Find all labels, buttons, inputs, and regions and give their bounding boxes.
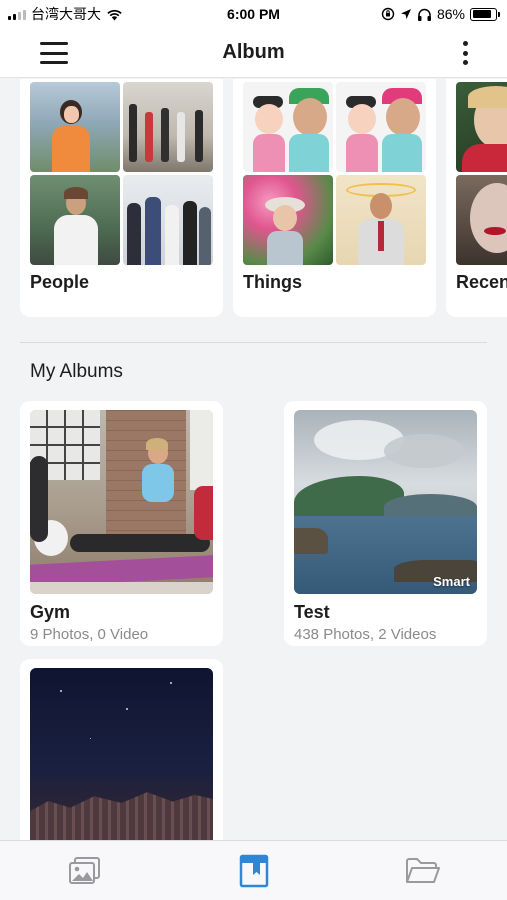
album-meta: 438 Photos, 2 Videos	[294, 626, 437, 643]
category-label: Things	[243, 272, 302, 292]
category-card-people[interactable]: People	[20, 79, 223, 317]
battery-icon	[470, 7, 500, 21]
photo-thumbnail	[456, 82, 507, 172]
album-card-gym[interactable]: Gym 9 Photos, 0 Video	[20, 401, 223, 646]
photo-thumbnail	[30, 175, 120, 265]
category-label: People	[30, 272, 90, 292]
section-divider	[20, 342, 487, 343]
rotation-lock-icon	[381, 7, 395, 21]
headphones-icon	[417, 8, 431, 21]
photo-thumbnail	[243, 175, 333, 265]
photos-icon	[68, 856, 100, 884]
album-content[interactable]: People Things Recen My Albums Gym 9 Phot…	[0, 79, 507, 840]
status-left: 台湾大哥大	[8, 4, 123, 24]
tab-bar	[0, 840, 507, 900]
photo-thumbnail	[123, 175, 213, 265]
more-options-icon[interactable]	[459, 40, 471, 66]
tab-folders[interactable]	[393, 849, 453, 893]
photo-thumbnail	[456, 175, 507, 265]
photo-thumbnail	[336, 175, 426, 265]
wifi-icon	[107, 9, 122, 20]
category-card-recent[interactable]: Recent	[446, 79, 507, 317]
category-card-things[interactable]: Things	[233, 79, 436, 317]
signal-icon	[8, 9, 26, 20]
album-cover	[30, 668, 213, 840]
photo-thumbnail	[30, 82, 120, 172]
photo-thumbnail	[123, 82, 213, 172]
status-right: 86%	[381, 6, 500, 22]
smart-album-badge: Smart	[433, 574, 470, 589]
album-name: Gym	[30, 602, 71, 622]
carrier-name: 台湾大哥大	[31, 6, 101, 22]
hamburger-menu-icon[interactable]	[38, 40, 70, 66]
category-mosaic	[243, 82, 426, 265]
album-meta: 9 Photos, 0 Video	[30, 626, 149, 643]
category-row[interactable]: People Things Recen	[20, 79, 507, 317]
photo-thumbnail	[336, 82, 426, 172]
album-book-icon	[239, 854, 268, 887]
category-mosaic	[30, 82, 213, 265]
category-mosaic	[456, 82, 507, 265]
album-card-night[interactable]	[20, 659, 223, 840]
tab-albums[interactable]	[224, 849, 284, 893]
category-label: Recent	[456, 272, 507, 292]
folder-icon	[405, 857, 440, 883]
album-card-test[interactable]: Smart Test 438 Photos, 2 Videos	[284, 401, 487, 646]
battery-percent: 86%	[436, 6, 465, 22]
location-arrow-icon	[400, 9, 411, 19]
page-title: Album	[222, 41, 285, 63]
nav-bar: Album	[0, 28, 507, 78]
battery-fill	[472, 10, 492, 18]
section-title-my-albums: My Albums	[30, 361, 123, 382]
status-bar: 台湾大哥大 6:00 PM 86%	[0, 0, 507, 28]
tab-photos[interactable]	[55, 849, 115, 893]
album-cover	[30, 410, 213, 594]
album-cover: Smart	[294, 410, 477, 594]
photo-thumbnail	[243, 82, 333, 172]
album-name: Test	[294, 602, 330, 622]
